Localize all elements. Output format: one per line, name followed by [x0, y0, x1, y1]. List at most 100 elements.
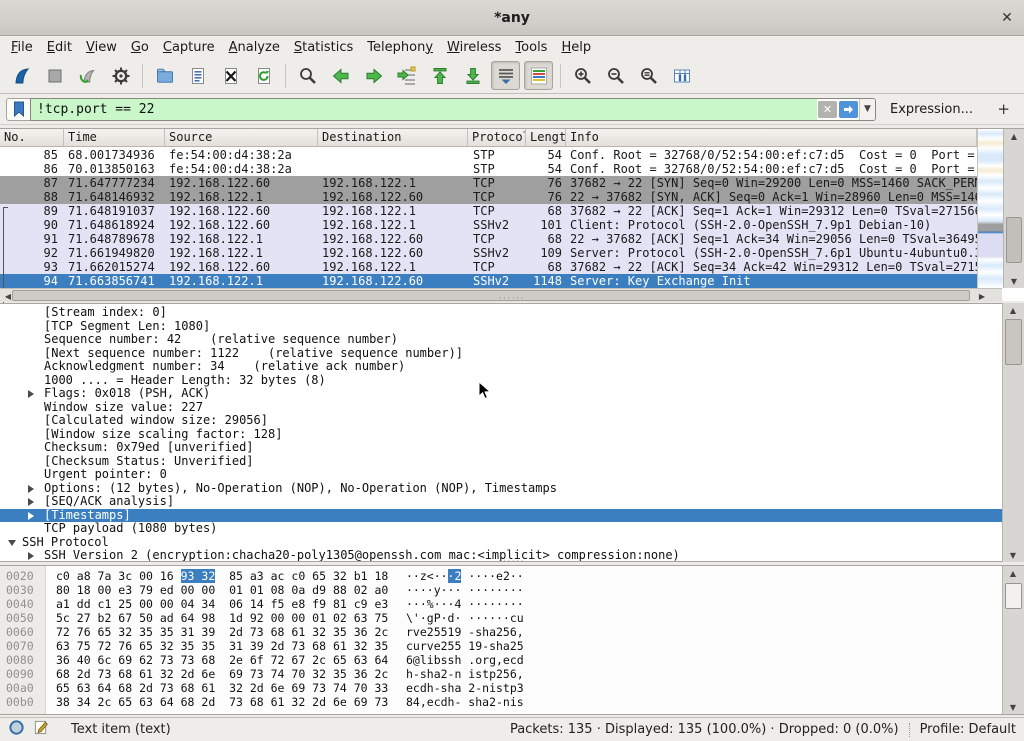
resize-columns-button[interactable] — [667, 61, 696, 90]
detail-line[interactable]: Flags: 0x018 (PSH, ACK) — [0, 387, 1002, 401]
detail-line[interactable]: Window size value: 227 — [0, 401, 1002, 415]
detail-line[interactable]: Sequence number: 42 (relative sequence n… — [0, 333, 1002, 347]
hex-row-0060[interactable]: 006072 76 65 32 35 35 31 39 2d 73 68 61 … — [0, 625, 1002, 639]
menu-tools[interactable]: Tools — [508, 38, 554, 57]
reload-file-button[interactable] — [249, 61, 278, 90]
scrollbar-thumb[interactable] — [1005, 583, 1022, 609]
pane-splitter-1[interactable]: ⸱⸱⸱⸱⸱⸱ — [0, 297, 1024, 302]
collapsed-arrow-icon[interactable] — [28, 512, 34, 520]
packet-row-91[interactable]: 9171.648789678192.168.122.1192.168.122.6… — [0, 232, 977, 246]
column-header-source[interactable]: Source — [165, 129, 318, 146]
hex-row-0070[interactable]: 007063 75 72 76 65 32 35 35 31 39 2d 73 … — [0, 639, 1002, 653]
collapsed-arrow-icon[interactable] — [28, 498, 34, 506]
expert-info-button[interactable] — [8, 719, 25, 740]
menu-analyze[interactable]: Analyze — [222, 38, 287, 57]
packet-row-90[interactable]: 9071.648618924192.168.122.60192.168.122.… — [0, 218, 977, 232]
stop-capture-button[interactable] — [40, 61, 69, 90]
bytes-vscrollbar[interactable]: ▲ ▼ — [1002, 566, 1024, 714]
save-file-button[interactable] — [183, 61, 212, 90]
go-last-button[interactable] — [458, 61, 487, 90]
intelligent-scrollbar-minimap[interactable] — [977, 129, 1003, 288]
hex-row-0090[interactable]: 009068 2d 73 68 61 32 2d 6e 69 73 74 70 … — [0, 667, 1002, 681]
hex-row-00b0[interactable]: 00b038 34 2c 65 63 64 68 2d 73 68 61 32 … — [0, 695, 1002, 709]
clear-filter-button[interactable]: ✕ — [818, 101, 837, 118]
zoom-out-button[interactable] — [601, 61, 630, 90]
detail-line[interactable]: [Window size scaling factor: 128] — [0, 428, 1002, 442]
open-file-button[interactable] — [150, 61, 179, 90]
menu-view[interactable]: View — [79, 38, 124, 57]
close-window-button[interactable]: ✕ — [998, 9, 1016, 27]
filter-bookmark-button[interactable] — [6, 98, 30, 121]
detail-line[interactable]: [TCP Segment Len: 1080] — [0, 320, 1002, 334]
packet-row-86[interactable]: 8670.013850163fe:54:00:d4:38:2aSTP54Conf… — [0, 162, 977, 176]
expression-button[interactable]: Expression... — [890, 102, 973, 117]
detail-line[interactable]: TCP payload (1080 bytes) — [0, 522, 1002, 536]
scroll-up-arrow-icon[interactable]: ▲ — [1005, 566, 1021, 580]
packet-row-85[interactable]: 8568.001734936fe:54:00:d4:38:2aSTP54Conf… — [0, 148, 977, 162]
profile-label[interactable]: Profile: Default — [920, 722, 1016, 737]
scroll-up-arrow-icon[interactable]: ▲ — [1006, 129, 1022, 143]
column-header-destination[interactable]: Destination — [318, 129, 468, 146]
menu-wireless[interactable]: Wireless — [440, 38, 508, 57]
detail-line[interactable]: Checksum: 0x79ed [unverified] — [0, 441, 1002, 455]
scrollbar-thumb[interactable] — [1006, 217, 1022, 263]
detail-line[interactable]: [SEQ/ACK analysis] — [0, 495, 1002, 509]
detail-line[interactable]: [Timestamps] — [0, 509, 1002, 523]
hex-row-0080[interactable]: 008036 40 6c 69 62 73 73 68 2e 6f 72 67 … — [0, 653, 1002, 667]
packet-row-93[interactable]: 9371.662015274192.168.122.60192.168.122.… — [0, 260, 977, 274]
restart-capture-button[interactable] — [73, 61, 102, 90]
menu-go[interactable]: Go — [124, 38, 156, 57]
display-filter-input[interactable] — [31, 99, 817, 120]
go-to-packet-button[interactable] — [392, 61, 421, 90]
packet-row-88[interactable]: 8871.648146932192.168.122.1192.168.122.6… — [0, 190, 977, 204]
column-header-length[interactable]: Length — [526, 129, 566, 146]
detail-line[interactable]: SSH Protocol — [0, 536, 1002, 550]
scroll-up-arrow-icon[interactable]: ▲ — [1005, 303, 1021, 317]
hex-row-00a0[interactable]: 00a065 63 64 68 2d 73 68 61 32 2d 6e 69 … — [0, 681, 1002, 695]
detail-line[interactable]: 1000 .... = Header Length: 32 bytes (8) — [0, 374, 1002, 388]
go-back-button[interactable] — [326, 61, 355, 90]
column-header-time[interactable]: Time — [64, 129, 165, 146]
expanded-arrow-icon[interactable] — [8, 540, 16, 546]
find-packet-button[interactable] — [293, 61, 322, 90]
apply-filter-button[interactable] — [839, 101, 858, 118]
zoom-in-button[interactable] — [568, 61, 597, 90]
go-first-button[interactable] — [425, 61, 454, 90]
collapsed-arrow-icon[interactable] — [28, 485, 34, 493]
close-file-button[interactable] — [216, 61, 245, 90]
column-header-no[interactable]: No. — [0, 129, 64, 146]
detail-line[interactable]: Urgent pointer: 0 — [0, 468, 1002, 482]
detail-line[interactable]: [Calculated window size: 29056] — [0, 414, 1002, 428]
menu-statistics[interactable]: Statistics — [287, 38, 360, 57]
menu-help[interactable]: Help — [554, 38, 598, 57]
hex-row-0040[interactable]: 0040a1 dd c1 25 00 00 04 34 06 14 f5 e8 … — [0, 597, 1002, 611]
start-capture-button[interactable] — [7, 61, 36, 90]
hex-row-0020[interactable]: 0020c0 a8 7a 3c 00 16 93 32 85 a3 ac c0 … — [0, 569, 1002, 583]
detail-line[interactable]: [Stream index: 0] — [0, 306, 1002, 320]
collapsed-arrow-icon[interactable] — [28, 390, 34, 398]
go-forward-button[interactable] — [359, 61, 388, 90]
packet-row-89[interactable]: 8971.648191037192.168.122.60192.168.122.… — [0, 204, 977, 218]
menu-file[interactable]: File — [4, 38, 40, 57]
packet-list-vscrollbar[interactable]: ▲ ▼ — [1003, 129, 1024, 288]
detail-line[interactable]: [Next sequence number: 1122 (relative se… — [0, 347, 1002, 361]
scroll-down-arrow-icon[interactable]: ▼ — [1006, 274, 1022, 288]
column-header-info[interactable]: Info — [566, 129, 977, 146]
column-header-protocol[interactable]: Protocol — [468, 129, 526, 146]
packet-row-87[interactable]: 8771.647777234192.168.122.60192.168.122.… — [0, 176, 977, 190]
detail-vscrollbar[interactable]: ▲ ▼ — [1002, 303, 1024, 562]
capture-comment-button[interactable] — [33, 719, 49, 740]
detail-line[interactable]: Acknowledgment number: 34 (relative ack … — [0, 360, 1002, 374]
capture-options-button[interactable] — [106, 61, 135, 90]
colorize-button[interactable] — [524, 61, 553, 90]
packet-row-92[interactable]: 9271.661949820192.168.122.1192.168.122.6… — [0, 246, 977, 260]
packet-row-94[interactable]: 9471.663856741192.168.122.1192.168.122.6… — [0, 274, 977, 288]
packet-list-header[interactable]: No.TimeSourceDestinationProtocolLengthIn… — [0, 129, 977, 147]
scrollbar-thumb[interactable] — [1005, 319, 1022, 365]
menu-telephony[interactable]: Telephony — [360, 38, 440, 57]
auto-scroll-button[interactable] — [491, 61, 520, 90]
menu-edit[interactable]: Edit — [40, 38, 79, 57]
scroll-down-arrow-icon[interactable]: ▼ — [1005, 700, 1021, 714]
zoom-original-button[interactable] — [634, 61, 663, 90]
hex-row-0050[interactable]: 00505c 27 b2 67 50 ad 64 98 1d 92 00 00 … — [0, 611, 1002, 625]
